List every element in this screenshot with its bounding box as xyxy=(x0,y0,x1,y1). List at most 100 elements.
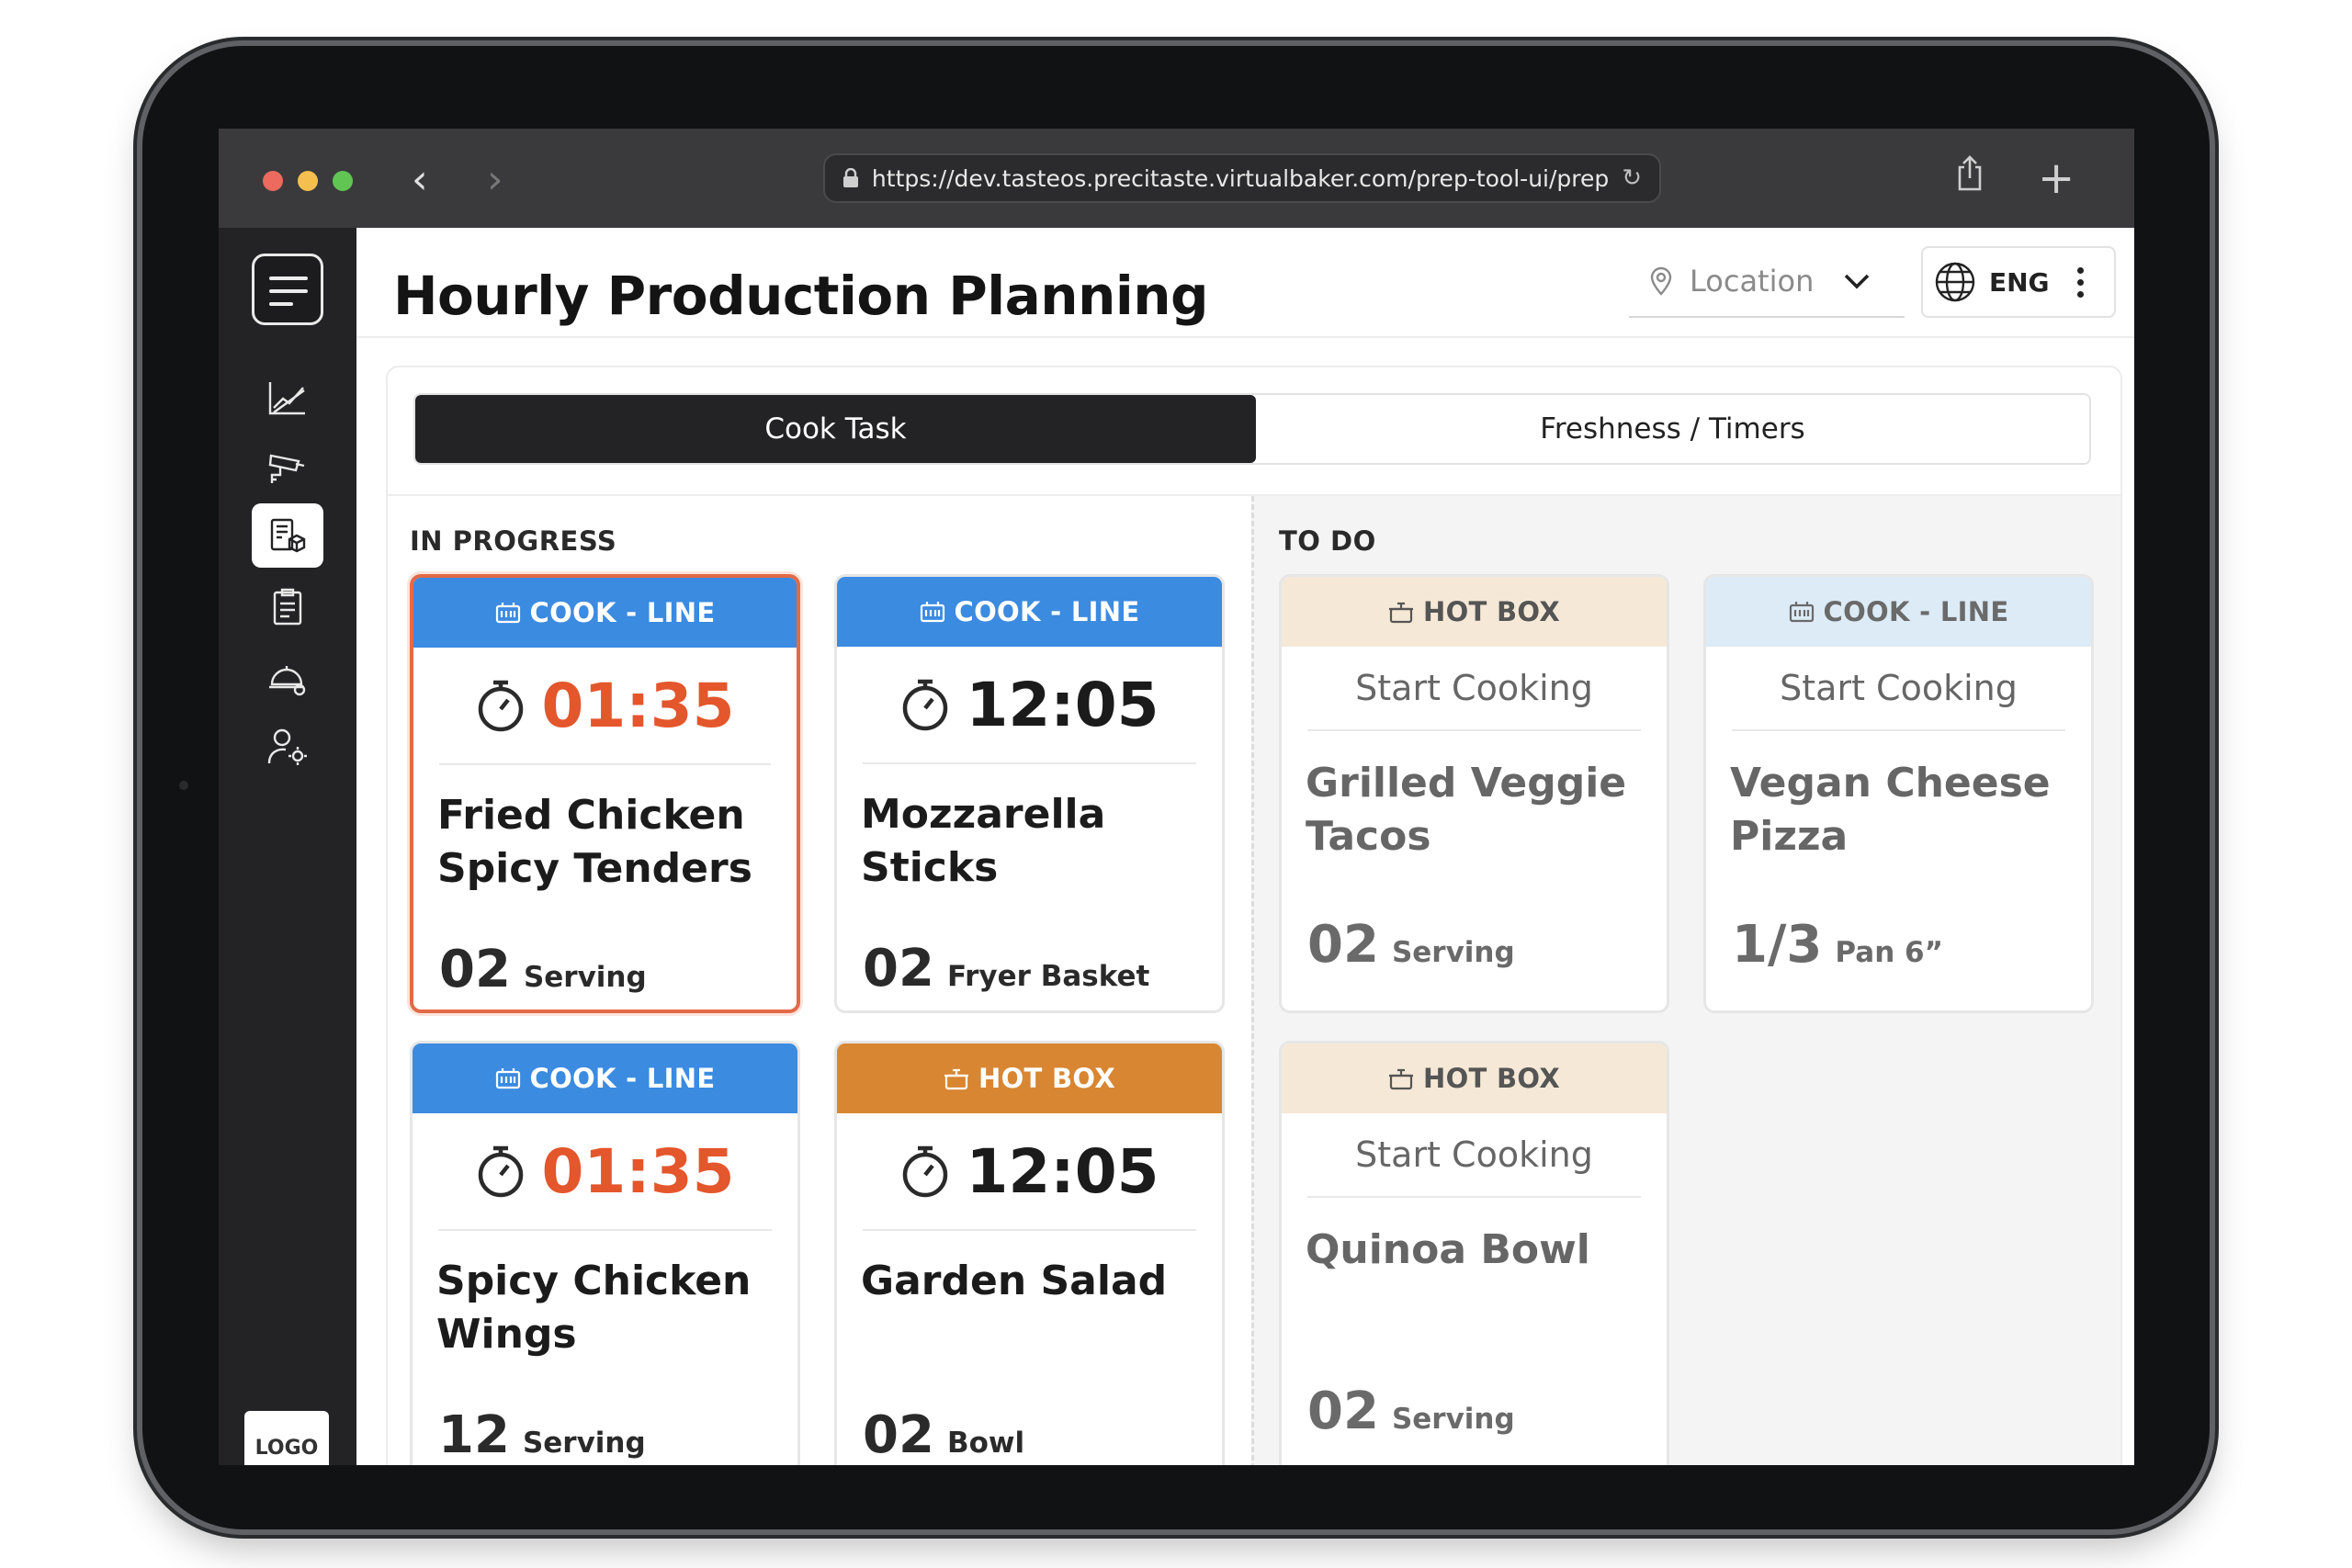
item-name-line: Spicy Tenders xyxy=(437,845,752,892)
quantity-value: 02 xyxy=(1307,1382,1379,1441)
card-station-header: HOT BOX xyxy=(837,1043,1222,1113)
page-title: Hourly Production Planning xyxy=(393,265,1209,327)
timer-value: 12:05 xyxy=(966,669,1159,740)
quantity-value: 12 xyxy=(438,1405,510,1465)
card-timer: 01:35 xyxy=(439,648,771,765)
main-content: Hourly Production Planning Location ENG … xyxy=(356,228,2134,1465)
item-quantity: 02 Bowl xyxy=(837,1405,1222,1465)
close-window-button[interactable] xyxy=(263,171,283,191)
item-name-line: Fried Chicken xyxy=(437,792,745,839)
location-placeholder: Location xyxy=(1690,264,1815,299)
item-quantity: 1/3 Pan 6” xyxy=(1706,915,2091,975)
quantity-unit: Pan 6” xyxy=(1835,936,1944,969)
item-name: Vegan Cheese Pizza xyxy=(1706,731,2091,915)
hot-box-icon xyxy=(1389,602,1413,624)
language-selector[interactable]: ENG xyxy=(1921,246,2116,318)
item-quantity: 02 Serving xyxy=(1282,915,1667,975)
timer-value: 01:35 xyxy=(541,1135,735,1207)
tab-freshness-timers[interactable]: Freshness / Timers xyxy=(1256,395,2089,463)
header-divider xyxy=(356,336,2134,338)
cook-line-icon xyxy=(495,603,520,624)
item-quantity: 02 Fryer Basket xyxy=(837,939,1222,998)
card-station-header: COOK - LINE xyxy=(837,577,1222,647)
item-quantity: 02 Serving xyxy=(1282,1382,1667,1441)
menu-button[interactable] xyxy=(252,254,323,325)
language-label: ENG xyxy=(1989,266,2050,298)
reload-icon[interactable]: ↻ xyxy=(1622,164,1642,192)
todo-card[interactable]: HOT BOX Start Cooking Quinoa Bowl 02 Ser… xyxy=(1279,1041,1669,1465)
camera xyxy=(179,781,188,790)
card-station-header: COOK - LINE xyxy=(413,1043,797,1113)
card-timer: 01:35 xyxy=(438,1113,772,1231)
clipboard-icon[interactable] xyxy=(252,575,323,639)
quantity-unit: Serving xyxy=(1391,1403,1515,1436)
more-options-icon[interactable] xyxy=(2076,266,2084,298)
cook-line-icon xyxy=(920,602,944,623)
item-quantity: 02 Serving xyxy=(413,940,797,999)
station-label: HOT BOX xyxy=(1423,1063,1560,1094)
cook-line-icon xyxy=(1789,602,1814,623)
new-tab-button[interactable]: + xyxy=(2038,154,2075,202)
globe-icon xyxy=(1935,262,1975,302)
prep-tool-icon[interactable] xyxy=(252,503,323,568)
item-quantity: 12 Serving xyxy=(413,1405,797,1465)
todo-label: TO DO xyxy=(1279,525,1376,557)
hot-box-icon xyxy=(944,1068,968,1090)
item-name: Spicy Chicken Wings xyxy=(413,1231,797,1405)
station-label: COOK - LINE xyxy=(1823,596,2009,627)
card-station-header: COOK - LINE xyxy=(1706,577,2091,647)
quantity-unit: Bowl xyxy=(946,1427,1025,1460)
share-icon[interactable] xyxy=(1955,154,1984,202)
task-card[interactable]: HOT BOX 12:05 Garden Salad 02 Bowl xyxy=(834,1041,1225,1465)
item-name-line: Garden Salad xyxy=(861,1258,1168,1304)
cook-line-icon xyxy=(495,1068,520,1089)
quantity-value: 02 xyxy=(863,939,934,998)
quantity-value: 02 xyxy=(1307,915,1379,975)
location-dropdown[interactable]: Location xyxy=(1629,246,1905,318)
item-name: Garden Salad xyxy=(837,1231,1222,1405)
address-bar[interactable]: https://dev.tasteos.precitaste.virtualba… xyxy=(823,153,1661,203)
maximize-window-button[interactable] xyxy=(333,171,353,191)
quantity-value: 1/3 xyxy=(1732,915,1823,975)
item-name-line: Vegan Cheese xyxy=(1730,760,2051,807)
back-button[interactable]: ‹ xyxy=(412,156,428,204)
todo-card[interactable]: COOK - LINE Start Cooking Vegan Cheese P… xyxy=(1703,574,2094,1013)
stopwatch-icon xyxy=(903,1145,948,1198)
item-name-line: Wings xyxy=(436,1311,577,1358)
tab-cook-task[interactable]: Cook Task xyxy=(415,395,1256,463)
card-timer: 12:05 xyxy=(863,647,1196,764)
item-name-line: Pizza xyxy=(1730,813,1849,860)
forward-button[interactable]: › xyxy=(487,156,503,204)
start-cooking-button[interactable]: Start Cooking xyxy=(1307,1113,1641,1198)
start-cooking-button[interactable]: Start Cooking xyxy=(1732,647,2065,731)
todo-card[interactable]: HOT BOX Start Cooking Grilled Veggie Tac… xyxy=(1279,574,1669,1013)
stopwatch-icon xyxy=(479,680,524,732)
lock-icon xyxy=(842,168,858,187)
task-card[interactable]: COOK - LINE 01:35 Fried Chicken Spicy Te… xyxy=(410,574,800,1013)
station-label: HOT BOX xyxy=(978,1063,1115,1094)
logo: LOGO xyxy=(244,1411,329,1465)
security-camera-icon[interactable] xyxy=(252,437,323,502)
item-name-line: Mozzarella Sticks xyxy=(861,791,1106,891)
quantity-unit: Serving xyxy=(1391,936,1515,969)
task-tabs: Cook Task Freshness / Timers xyxy=(413,393,2091,465)
quantity-value: 02 xyxy=(439,940,511,999)
item-name-line: Grilled Veggie xyxy=(1306,760,1627,807)
user-settings-icon[interactable] xyxy=(252,715,323,779)
quantity-value: 02 xyxy=(863,1405,934,1465)
card-timer: 12:05 xyxy=(863,1113,1196,1231)
item-name-line: Spicy Chicken xyxy=(436,1258,752,1304)
task-card[interactable]: COOK - LINE 12:05 Mozzarella Sticks 02 F… xyxy=(834,574,1225,1013)
hot-box-icon xyxy=(1389,1068,1413,1090)
screen: ‹ › https://dev.tasteos.precitaste.virtu… xyxy=(219,129,2134,1465)
chart-icon[interactable] xyxy=(252,366,323,430)
service-bell-icon[interactable] xyxy=(252,645,323,709)
timer-value: 12:05 xyxy=(966,1135,1159,1207)
item-name: Quinoa Bowl xyxy=(1282,1198,1667,1382)
tasks-panel: Cook Task Freshness / Timers IN PROGRESS… xyxy=(386,366,2122,1465)
item-name-line: Tacos xyxy=(1306,813,1431,860)
start-cooking-button[interactable]: Start Cooking xyxy=(1307,647,1641,731)
item-name: Fried Chicken Spicy Tenders xyxy=(413,765,797,940)
task-card[interactable]: COOK - LINE 01:35 Spicy Chicken Wings 12… xyxy=(410,1041,800,1465)
minimize-window-button[interactable] xyxy=(298,171,318,191)
